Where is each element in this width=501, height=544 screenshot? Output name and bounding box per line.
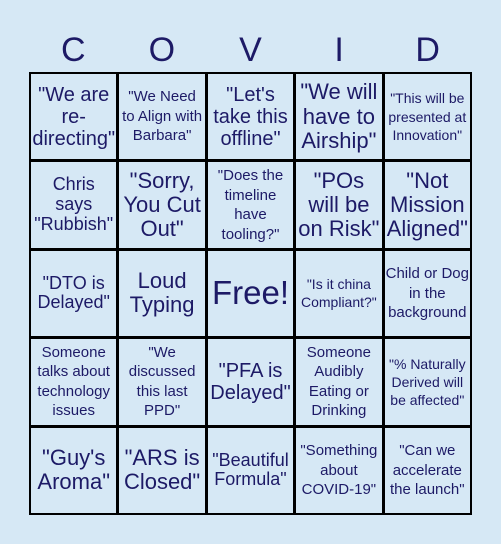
bingo-cell-text: "Sorry, You Cut Out" xyxy=(123,167,201,242)
bingo-cell-text: "Beautiful Formula" xyxy=(212,449,289,490)
bingo-cell[interactable]: "Is it china Compliant?" xyxy=(296,250,382,337)
bingo-cell[interactable]: Chris says "Rubbish" xyxy=(31,162,117,248)
bingo-cell-text: "Does the timeline have tooling?" xyxy=(217,167,284,243)
bingo-cell-text: "Let's take this offline" xyxy=(213,83,288,150)
bingo-cell-text: "We Need to Align with Barbara" xyxy=(122,88,203,145)
bingo-cell-text: "DTO is Delayed" xyxy=(37,272,110,313)
bingo-cell[interactable]: "PFA is Delayed" xyxy=(207,339,294,425)
bingo-cell-text: "Can we accelerate the launch" xyxy=(390,442,465,499)
free-space-cell[interactable]: Free! xyxy=(207,250,294,337)
header-letter-o: O xyxy=(148,31,176,69)
bingo-cell[interactable]: "DTO is Delayed" xyxy=(31,250,117,337)
bingo-cell[interactable]: "Guy's Aroma" xyxy=(31,427,117,513)
bingo-cell-text: "This will be presented at Innovation" xyxy=(388,90,467,143)
bingo-cell[interactable]: "We will have to Airship" xyxy=(296,74,382,160)
bingo-cell-text: "Is it china Compliant?" xyxy=(300,276,377,311)
bingo-cell[interactable]: Loud Typing xyxy=(119,250,205,337)
bingo-cell-text: "PFA is Delayed" xyxy=(210,359,291,404)
bingo-cell[interactable]: "ARS is Closed" xyxy=(119,427,205,513)
bingo-cell[interactable]: "% Naturally Derived will be affected" xyxy=(384,339,470,425)
bingo-cell-text: "Something about COVID-19" xyxy=(300,442,378,499)
bingo-header: C O V I D xyxy=(29,28,472,72)
bingo-cell-text: "We are re-directing" xyxy=(32,83,116,150)
header-letter-c: C xyxy=(61,31,86,69)
header-letter-i: I xyxy=(334,31,344,69)
bingo-cell[interactable]: "Let's take this offline" xyxy=(207,74,294,160)
bingo-cell[interactable]: Child or Dog in the background xyxy=(384,250,470,337)
bingo-cell[interactable]: "We are re-directing" xyxy=(31,74,117,160)
bingo-cell-text: Someone Audibly Eating or Drinking xyxy=(306,343,371,420)
header-letter-v: V xyxy=(239,31,262,69)
bingo-cell[interactable]: Someone Audibly Eating or Drinking xyxy=(296,339,382,425)
bingo-cell[interactable]: Someone talks about technology issues xyxy=(31,339,117,425)
bingo-cell-text: "POs will be on Risk" xyxy=(298,167,380,242)
bingo-cell-text: Someone talks about technology issues xyxy=(37,343,110,420)
header-letter-d: D xyxy=(415,31,440,69)
bingo-cell-text: "Not Mission Aligned" xyxy=(386,167,468,242)
bingo-cell[interactable]: "Beautiful Formula" xyxy=(207,427,294,513)
bingo-cell[interactable]: "Can we accelerate the launch" xyxy=(384,427,470,513)
bingo-cell[interactable]: "We Need to Align with Barbara" xyxy=(119,74,205,160)
bingo-cell-text: Free! xyxy=(211,274,289,312)
bingo-cell[interactable]: "We discussed this last PPD" xyxy=(119,339,205,425)
bingo-cell[interactable]: "Sorry, You Cut Out" xyxy=(119,162,205,248)
bingo-cell[interactable]: "POs will be on Risk" xyxy=(296,162,382,248)
bingo-cell[interactable]: "This will be presented at Innovation" xyxy=(384,74,470,160)
bingo-cell-text: Chris says "Rubbish" xyxy=(34,174,114,234)
bingo-cell-text: "ARS is Closed" xyxy=(123,445,201,495)
bingo-cell[interactable]: "Something about COVID-19" xyxy=(296,427,382,513)
bingo-board: "We are re-directing" "We Need to Align w… xyxy=(29,72,472,515)
bingo-cell-text: Loud Typing xyxy=(129,268,195,318)
bingo-cell[interactable]: "Does the timeline have tooling?" xyxy=(207,162,294,248)
bingo-cell-text: "% Naturally Derived will be affected" xyxy=(389,355,466,408)
bingo-cell-text: "We will have to Airship" xyxy=(300,79,378,153)
bingo-cell-text: Child or Dog in the background xyxy=(385,265,469,322)
bingo-cell-text: "We discussed this last PPD" xyxy=(128,343,196,420)
bingo-cell-text: "Guy's Aroma" xyxy=(37,445,110,495)
bingo-cell[interactable]: "Not Mission Aligned" xyxy=(384,162,470,248)
